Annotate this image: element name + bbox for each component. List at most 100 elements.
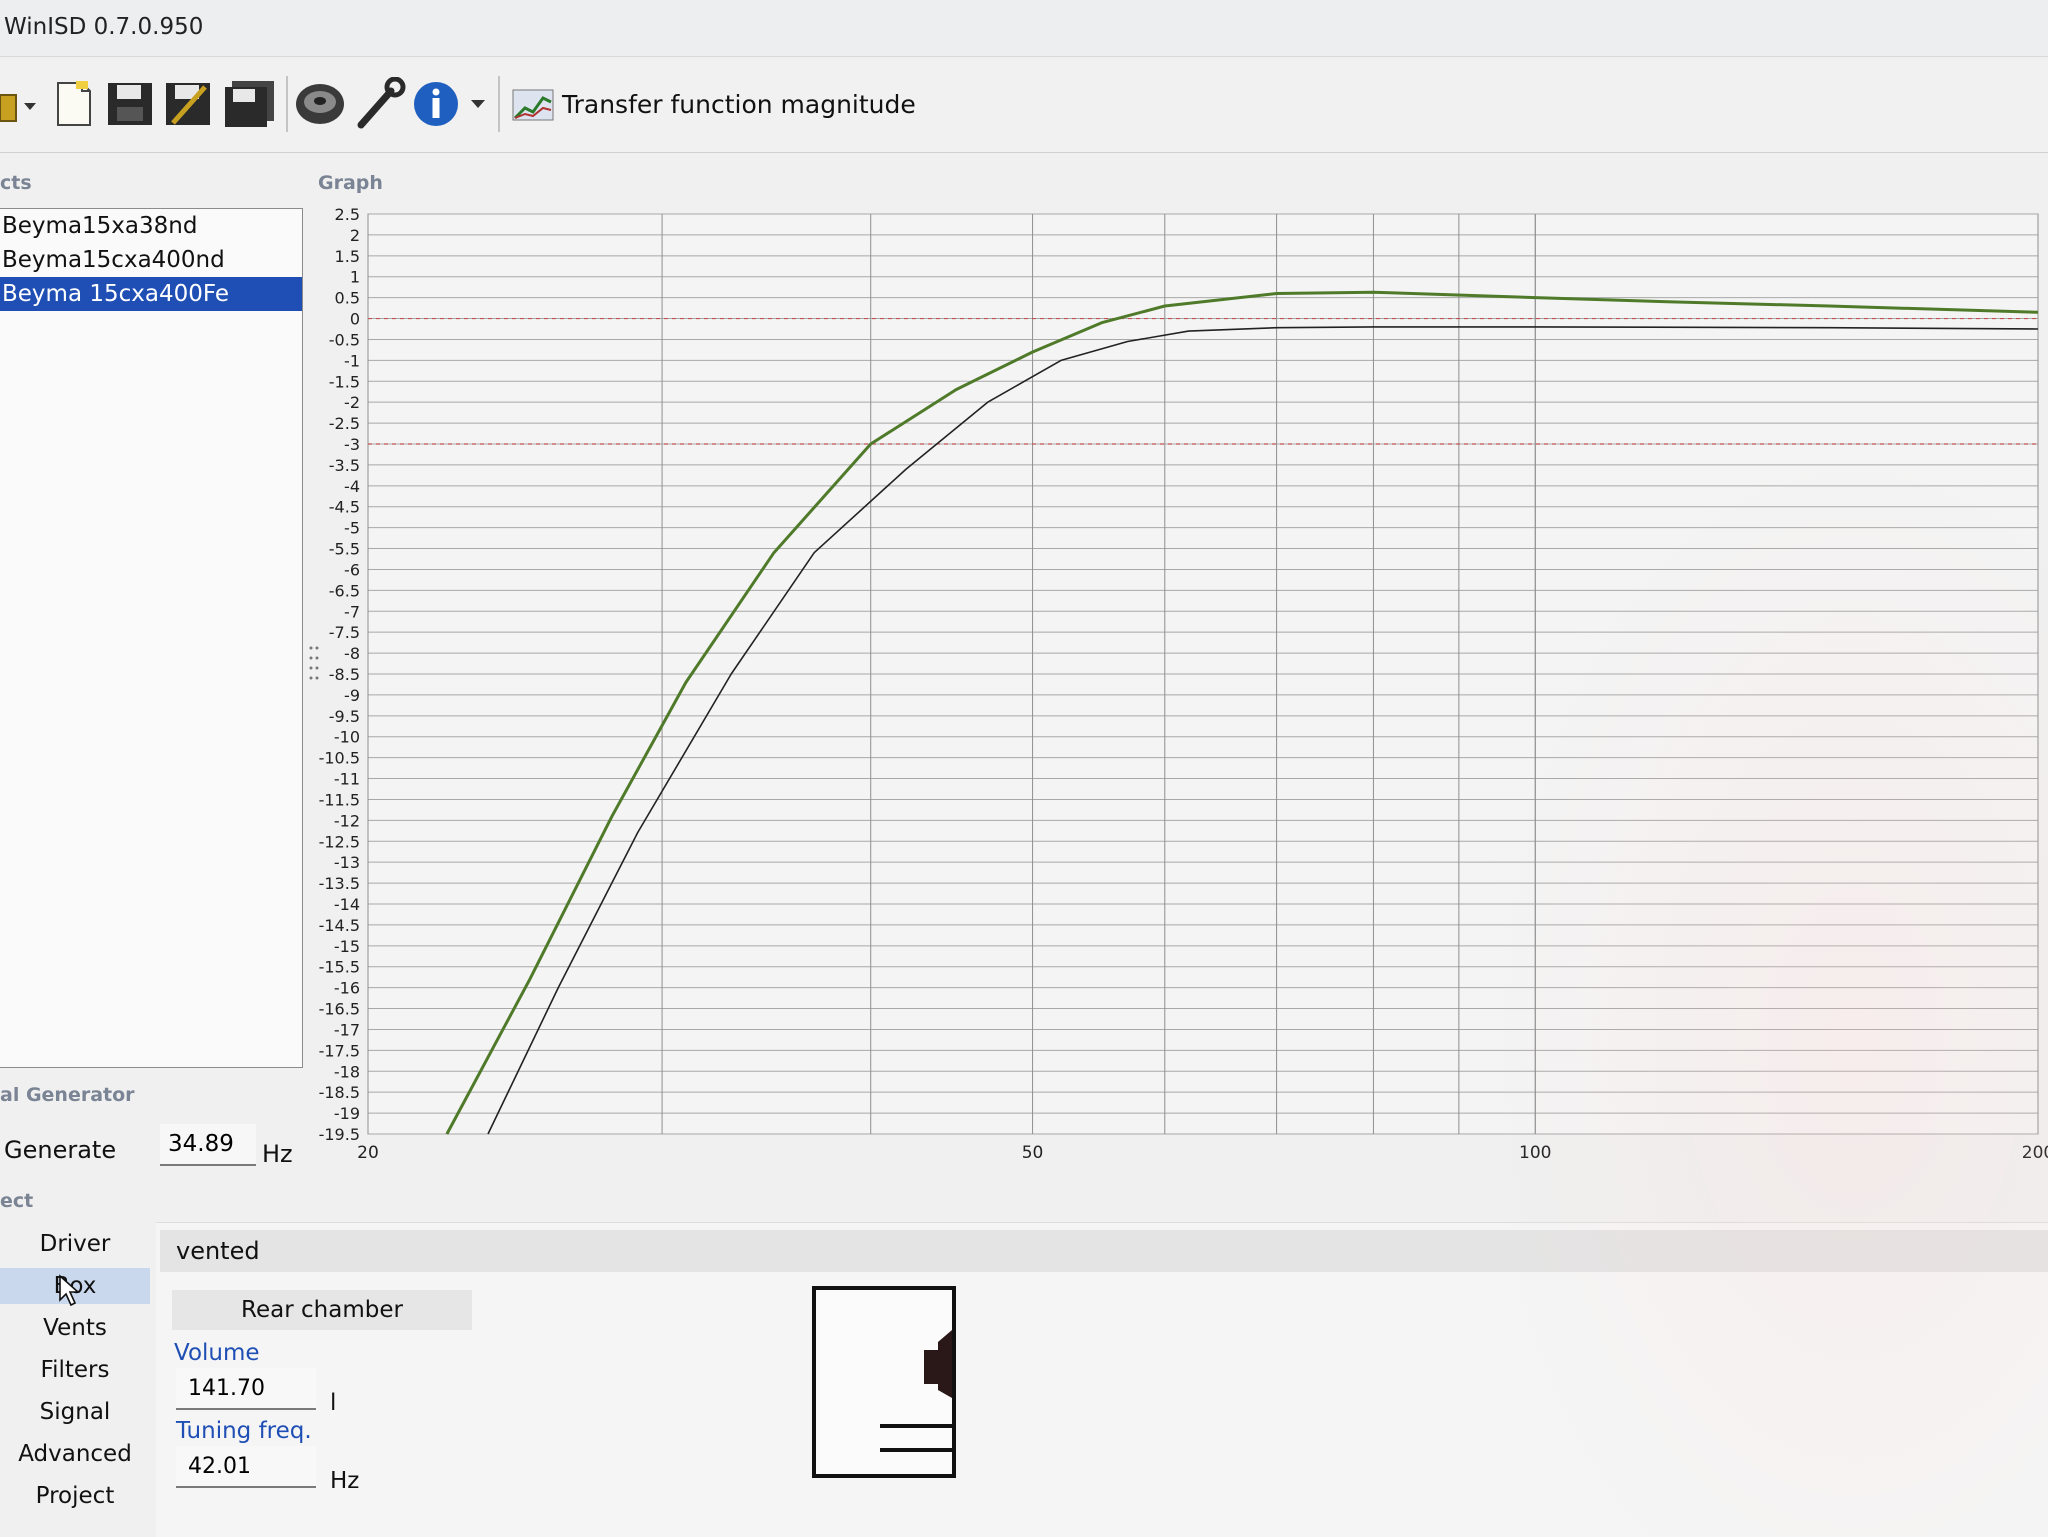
tools-button[interactable] [352, 74, 408, 134]
graph-selector-button[interactable] [508, 74, 558, 134]
x-tick-label: 50 [1022, 1143, 1044, 1163]
project-nav-header: ect [0, 1190, 34, 1212]
y-tick-label: -7 [344, 602, 360, 621]
y-tick-label: 0.5 [335, 289, 360, 308]
tools-icon [357, 77, 406, 129]
y-tick-label: -1 [344, 351, 360, 370]
nav-signal[interactable]: Signal [0, 1394, 150, 1430]
open-icon [0, 94, 36, 122]
title-bar: WinISD 0.7.0.950 [0, 0, 2048, 57]
save-as-button[interactable] [162, 74, 218, 134]
transfer-function-chart[interactable]: 2.5 2 1.5 1 0.5 0-0.5 -1 -1.5 -2 -2.5 -3 -3.5 -4 -4.5… [308, 200, 2048, 1180]
y-tick-label: -0.5 [329, 330, 360, 349]
volume-unit: l [330, 1390, 337, 1416]
y-tick-label: -9.5 [329, 707, 360, 726]
new-project-button[interactable] [50, 74, 98, 134]
y-tick-label: -13.5 [319, 874, 360, 893]
generate-label[interactable]: Generate [4, 1136, 116, 1164]
y-tick-label: -19 [334, 1104, 360, 1123]
x-tick-label: 200 [2022, 1143, 2048, 1163]
y-tick-label: -15.5 [319, 958, 360, 977]
tuning-freq-input[interactable] [176, 1446, 316, 1488]
volume-input[interactable] [176, 1368, 316, 1410]
toolbar-separator [498, 76, 500, 132]
x-tick-label: 20 [357, 1143, 379, 1163]
nav-vents[interactable]: Vents [0, 1310, 150, 1346]
driver-editor-button[interactable] [292, 74, 348, 134]
project-item[interactable]: Beyma15cxa400nd [0, 243, 302, 277]
signal-generator-header: al Generator [0, 1084, 135, 1106]
y-tick-label: -15 [334, 937, 360, 956]
mouse-cursor-icon [59, 1274, 80, 1307]
open-button[interactable] [0, 74, 40, 134]
y-tick-label: -2.5 [329, 414, 360, 433]
save-as-icon [166, 83, 210, 125]
frequency-input[interactable] [160, 1124, 256, 1166]
new-project-icon [57, 81, 91, 126]
box-type-select[interactable]: vented [160, 1230, 2048, 1272]
y-tick-label: 2.5 [335, 205, 360, 224]
window-title: WinISD 0.7.0.950 [4, 14, 204, 40]
driver-editor-icon [296, 84, 344, 124]
y-tick-label: -8.5 [329, 665, 360, 684]
y-tick-label: -17.5 [319, 1041, 360, 1060]
y-tick-label: -14.5 [319, 916, 360, 935]
x-tick-label: 100 [1519, 1143, 1551, 1163]
toolbar: Transfer function magnitude [0, 60, 2048, 153]
y-tick-label: -10.5 [319, 749, 360, 768]
y-tick-label: -3.5 [329, 456, 360, 475]
graph-header: Graph [318, 172, 383, 194]
y-tick-label: -4 [344, 477, 360, 496]
y-tick-label: -19.5 [319, 1125, 360, 1144]
chevron-down-icon [471, 100, 485, 108]
y-tick-label: -11.5 [319, 790, 360, 809]
box-diagram [812, 1286, 956, 1478]
project-item-selected[interactable]: Beyma 15cxa400Fe [0, 277, 302, 311]
y-tick-label: -18.5 [319, 1083, 360, 1102]
y-tick-label: -16.5 [319, 1000, 360, 1019]
project-item[interactable]: Beyma15xa38nd [0, 209, 302, 243]
nav-driver[interactable]: Driver [0, 1226, 150, 1262]
graph-selector-label[interactable]: Transfer function magnitude [562, 90, 916, 119]
tuning-freq-label: Tuning freq. [176, 1418, 312, 1444]
y-tick-label: 1 [350, 268, 360, 287]
y-tick-label: -8 [344, 644, 360, 663]
y-tick-label: -5.5 [329, 540, 360, 559]
y-tick-label: -7.5 [329, 623, 360, 642]
frequency-unit: Hz [262, 1140, 293, 1168]
save-button[interactable] [104, 74, 156, 134]
nav-advanced[interactable]: Advanced [0, 1436, 150, 1472]
info-dropdown[interactable] [462, 74, 494, 134]
y-tick-label: -17 [334, 1020, 360, 1039]
y-tick-label: -6.5 [329, 581, 360, 600]
save-all-icon [225, 81, 274, 127]
y-tick-label: -9 [344, 686, 360, 705]
graph-icon [512, 89, 554, 121]
y-tick-label: -2 [344, 393, 360, 412]
volume-label: Volume [174, 1340, 260, 1366]
y-tick-label: -4.5 [329, 498, 360, 517]
y-tick-label: -10 [334, 728, 360, 747]
y-tick-label: -5 [344, 519, 360, 538]
y-tick-label: -3 [344, 435, 360, 454]
nav-filters[interactable]: Filters [0, 1352, 150, 1388]
rear-chamber-tab[interactable]: Rear chamber [172, 1290, 472, 1330]
y-tick-label: -12.5 [319, 832, 360, 851]
save-all-button[interactable] [222, 74, 278, 134]
y-tick-label: 2 [350, 226, 360, 245]
y-tick-label: -13 [334, 853, 360, 872]
info-button[interactable] [412, 74, 460, 134]
info-icon [414, 82, 458, 126]
y-tick-label: -6 [344, 560, 360, 579]
project-list[interactable]: Beyma15xa38nd Beyma15cxa400nd Beyma 15cx… [0, 208, 303, 1068]
y-tick-label: -1.5 [329, 372, 360, 391]
toolbar-separator [286, 76, 288, 132]
tuning-freq-unit: Hz [330, 1468, 360, 1494]
nav-project[interactable]: Project [0, 1478, 150, 1514]
projects-header: cts [0, 172, 32, 194]
splitter-grip-icon[interactable] [308, 644, 320, 690]
y-tick-label: -11 [334, 770, 360, 789]
y-tick-label: -16 [334, 979, 360, 998]
y-tick-label: -18 [334, 1062, 360, 1081]
y-tick-label: -12 [334, 811, 360, 830]
